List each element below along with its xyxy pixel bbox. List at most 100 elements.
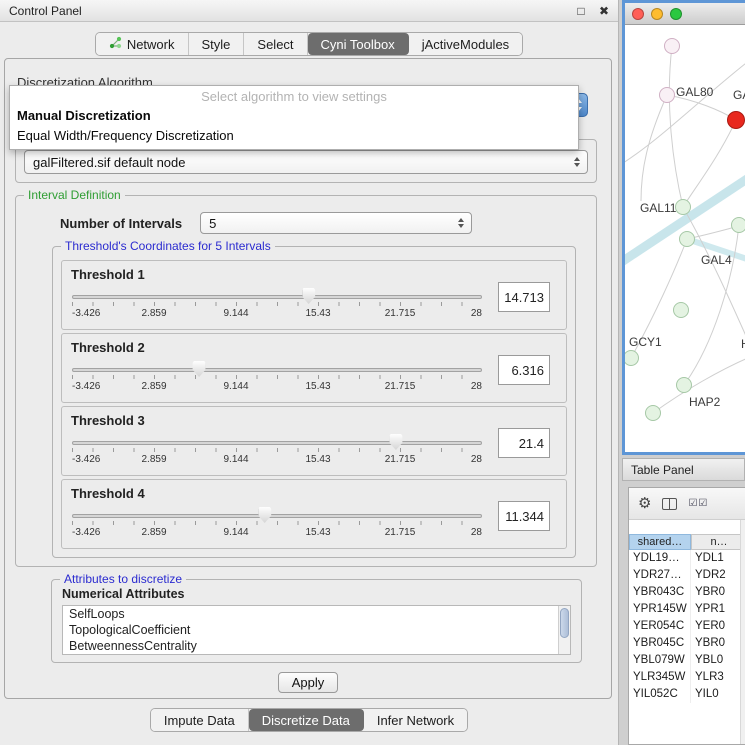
threshold-1-value-field[interactable]: 14.713	[498, 282, 550, 312]
tab-style[interactable]: Style	[189, 33, 245, 55]
network-node[interactable]	[731, 217, 745, 233]
list-item[interactable]: TopologicalCoefficient	[63, 622, 570, 638]
cell[interactable]: YER054C	[629, 618, 691, 635]
apply-button[interactable]: Apply	[278, 672, 338, 693]
float-window-button[interactable]: □	[577, 4, 584, 18]
table-row[interactable]: YBL079WYBL0	[629, 652, 745, 669]
scrollbar-thumb[interactable]	[560, 608, 569, 638]
table-header-row: shared… n…	[629, 534, 745, 550]
table-row[interactable]: YBR043CYBR0	[629, 584, 745, 601]
table-row[interactable]: YDL19…YDL1	[629, 550, 745, 567]
slider-scale: -3.426 2.859 9.144 15.43 21.715 28	[72, 381, 482, 392]
tick-label: 9.144	[223, 454, 248, 465]
numerical-attributes-list[interactable]: SelfLoops TopologicalCoefficient Between…	[62, 605, 571, 655]
attributes-group-label: Attributes to discretize	[60, 572, 186, 586]
network-node[interactable]	[679, 231, 695, 247]
cell[interactable]: YBR043C	[629, 584, 691, 601]
tick-label: 9.144	[223, 308, 248, 319]
network-node[interactable]	[645, 405, 661, 421]
tab-network[interactable]: Network	[96, 33, 189, 55]
algorithm-option-manual-discretization[interactable]: Manual Discretization	[10, 106, 578, 126]
list-item[interactable]: BetweennessCentrality	[63, 638, 570, 654]
cell[interactable]: YDR27…	[629, 567, 691, 584]
threshold-4-value-field[interactable]: 11.344	[498, 501, 550, 531]
select-columns-icon[interactable]: ☑☑	[688, 498, 708, 509]
tab-cyni-toolbox[interactable]: Cyni Toolbox	[308, 33, 409, 55]
slider-track[interactable]	[72, 514, 482, 518]
cell[interactable]: YBR0	[691, 584, 745, 601]
column-header-name[interactable]: n…	[691, 534, 745, 550]
network-node[interactable]	[664, 38, 680, 54]
network-node[interactable]	[675, 199, 691, 215]
tab-label: Infer Network	[377, 713, 454, 728]
network-window-titlebar	[625, 3, 745, 25]
cell[interactable]: YDR2	[691, 567, 745, 584]
slider-track[interactable]	[72, 441, 482, 445]
network-icon	[109, 36, 122, 52]
network-node-red[interactable]	[727, 111, 745, 129]
slider-scale: -3.426 2.859 9.144 15.43 21.715 28	[72, 527, 482, 538]
list-scrollbar[interactable]	[558, 606, 570, 654]
number-of-intervals-combobox[interactable]: 5	[200, 212, 472, 234]
cell[interactable]: YLR345W	[629, 669, 691, 686]
threshold-2-slider[interactable]: -3.426 2.859 9.144 15.43 21.715 28	[72, 358, 482, 392]
network-node[interactable]	[673, 302, 689, 318]
tab-label: Discretize Data	[262, 713, 350, 728]
threshold-2-value-field[interactable]: 6.316	[498, 355, 550, 385]
close-window-button[interactable]: ✖	[599, 4, 609, 18]
tab-impute-data[interactable]: Impute Data	[151, 709, 249, 731]
algorithm-option-equal-width-frequency[interactable]: Equal Width/Frequency Discretization	[10, 126, 578, 146]
cell[interactable]: YDL19…	[629, 550, 691, 567]
table-data-combobox[interactable]: galFiltered.sif default node	[24, 150, 588, 174]
close-traffic-light[interactable]	[632, 8, 644, 20]
cell[interactable]: YPR145W	[629, 601, 691, 618]
interval-definition-group-label: Interval Definition	[24, 188, 125, 202]
cell[interactable]: YER0	[691, 618, 745, 635]
tick-label: -3.426	[72, 527, 100, 538]
tab-label: Cyni Toolbox	[321, 37, 395, 52]
tick-label: -3.426	[72, 454, 100, 465]
column-header-shared-name[interactable]: shared…	[629, 534, 691, 550]
minimize-traffic-light[interactable]	[651, 8, 663, 20]
table-row[interactable]: YBR045CYBR0	[629, 635, 745, 652]
threshold-4-label: Threshold 4	[71, 486, 145, 501]
cell[interactable]: YBR0	[691, 635, 745, 652]
tab-select[interactable]: Select	[244, 33, 307, 55]
cell[interactable]: YLR3	[691, 669, 745, 686]
cell[interactable]: YBR045C	[629, 635, 691, 652]
combo-stepper-icon[interactable]	[458, 218, 464, 228]
tab-infer-network[interactable]: Infer Network	[364, 709, 467, 731]
table-row[interactable]: YDR27…YDR2	[629, 567, 745, 584]
node-label-gal80: GAL80	[676, 85, 713, 99]
network-canvas[interactable]: GAL80 GA GAL11 GAL4 GCY1 H HAP2	[625, 25, 745, 452]
cell[interactable]: YPR1	[691, 601, 745, 618]
slider-ticks	[72, 375, 482, 379]
list-item[interactable]: SelfLoops	[63, 606, 570, 622]
threshold-3-value-field[interactable]: 21.4	[498, 428, 550, 458]
combo-stepper-icon[interactable]	[574, 157, 580, 167]
cell[interactable]: YIL0	[691, 686, 745, 703]
zoom-traffic-light[interactable]	[670, 8, 682, 20]
tab-jactivemodules[interactable]: jActiveModules	[409, 33, 522, 55]
slider-track[interactable]	[72, 368, 482, 372]
threshold-1-slider[interactable]: -3.426 2.859 9.144 15.43 21.715 28	[72, 285, 482, 319]
columns-icon[interactable]	[662, 498, 677, 510]
threshold-3-slider[interactable]: -3.426 2.859 9.144 15.43 21.715 28	[72, 431, 482, 465]
table-row[interactable]: YER054CYER0	[629, 618, 745, 635]
cell[interactable]: YBL0	[691, 652, 745, 669]
table-scrollbar[interactable]	[740, 520, 745, 744]
slider-track[interactable]	[72, 295, 482, 299]
table-row[interactable]: YLR345WYLR3	[629, 669, 745, 686]
network-node[interactable]	[676, 377, 692, 393]
interval-definition-group: Interval Definition Number of Intervals …	[15, 195, 597, 567]
table-row[interactable]: YPR145WYPR1	[629, 601, 745, 618]
cell[interactable]: YIL052C	[629, 686, 691, 703]
tab-discretize-data[interactable]: Discretize Data	[249, 709, 364, 731]
gear-icon[interactable]: ⚙	[638, 496, 651, 511]
slider-scale: -3.426 2.859 9.144 15.43 21.715 28	[72, 308, 482, 319]
cell[interactable]: YDL1	[691, 550, 745, 567]
threshold-4-slider[interactable]: -3.426 2.859 9.144 15.43 21.715 28	[72, 504, 482, 538]
network-node[interactable]	[659, 87, 675, 103]
table-row[interactable]: YIL052CYIL0	[629, 686, 745, 703]
cell[interactable]: YBL079W	[629, 652, 691, 669]
